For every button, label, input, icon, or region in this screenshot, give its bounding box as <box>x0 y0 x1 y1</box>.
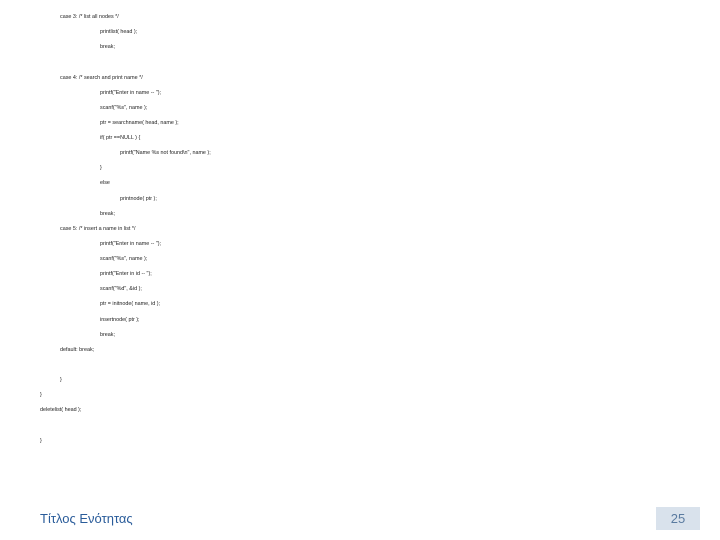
page-number: 25 <box>656 507 700 530</box>
code-line: if( ptr ==NULL ) { <box>40 131 680 146</box>
code-line <box>40 55 680 70</box>
code-line: } <box>40 388 680 403</box>
code-line <box>40 358 680 373</box>
code-line <box>40 418 680 433</box>
slide: case 3: /* list all nodes */printlist( h… <box>0 0 720 540</box>
code-line: } <box>40 373 680 388</box>
code-block: case 3: /* list all nodes */printlist( h… <box>40 10 680 449</box>
code-line: ptr = searchname( head, name ); <box>40 116 680 131</box>
code-line: break; <box>40 207 680 222</box>
code-line: scanf("%s", name ); <box>40 101 680 116</box>
code-line: printf("Name %s not found\n", name ); <box>40 146 680 161</box>
footer-title: Τίτλος Ενότητας <box>40 511 133 526</box>
code-line: case 4: /* search and print name */ <box>40 71 680 86</box>
code-line: default: break; <box>40 343 680 358</box>
code-line: } <box>40 434 680 449</box>
code-line: else <box>40 176 680 191</box>
code-line: printf("Enter in name -- "); <box>40 237 680 252</box>
code-line: ptr = initnode( name, id ); <box>40 297 680 312</box>
code-line: } <box>40 161 680 176</box>
code-line: case 3: /* list all nodes */ <box>40 10 680 25</box>
code-line: scanf("%s", name ); <box>40 252 680 267</box>
code-line: printf("Enter in name -- "); <box>40 86 680 101</box>
code-line: break; <box>40 328 680 343</box>
code-line: printlist( head ); <box>40 25 680 40</box>
code-line: deletelist( head ); <box>40 403 680 418</box>
code-line: printf("Enter in id -- "); <box>40 267 680 282</box>
code-line: break; <box>40 40 680 55</box>
footer: Τίτλος Ενότητας 25 <box>40 507 700 530</box>
code-line: insertnode( ptr ); <box>40 313 680 328</box>
code-line: case 5: /* insert a name in list */ <box>40 222 680 237</box>
code-line: scanf("%d", &id ); <box>40 282 680 297</box>
code-line: printnode( ptr ); <box>40 192 680 207</box>
